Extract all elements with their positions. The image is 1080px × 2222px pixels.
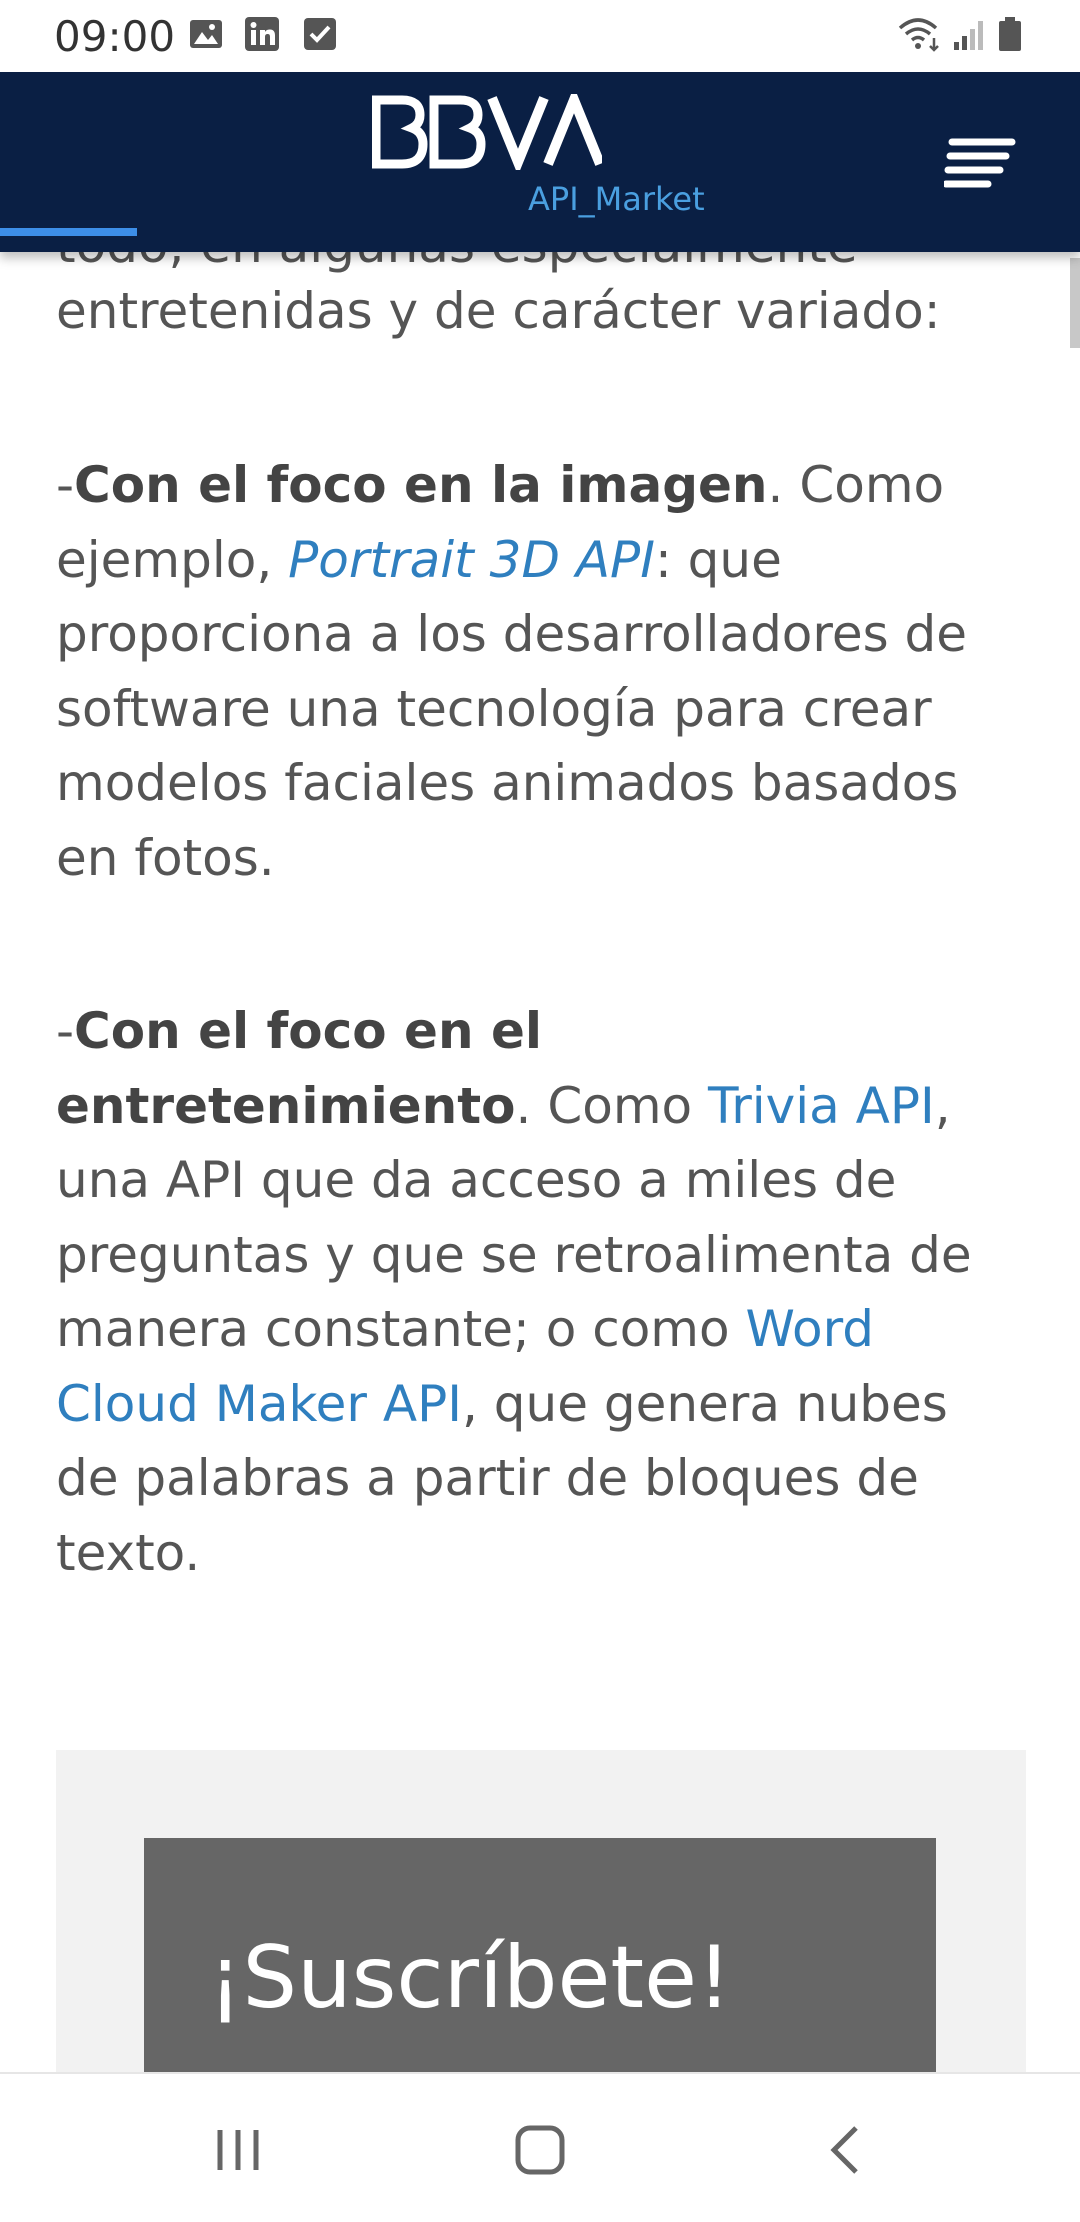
logo-subtitle: API_Market [528,180,705,218]
paragraph-entertainment-focus: -Con el foco en el entretenimiento. Como… [56,994,1026,1590]
recent-apps-icon[interactable] [210,2124,270,2176]
subscribe-card[interactable]: ¡Suscríbete! [144,1838,936,2072]
linkedin-icon [245,17,279,51]
article-body: todo, en algunas especialmente entreteni… [0,252,1080,2072]
signal-icon [954,21,983,50]
dash: - [56,456,75,514]
menu-icon[interactable] [944,134,1016,190]
paragraph-heading: Con el foco en la imagen [74,456,768,514]
paragraph-heading: Con el foco en el entretenimiento [56,1002,543,1135]
dash: - [56,1002,75,1060]
battery-icon [999,17,1021,51]
wifi-icon [898,18,939,52]
status-bar: 09:00 [0,0,1080,72]
trivia-api-link[interactable]: Trivia API [708,1077,935,1135]
checkbox-icon [304,18,336,50]
back-icon[interactable] [816,2124,876,2176]
site-header: API_Market [0,72,1080,252]
bbva-logo[interactable] [372,94,602,170]
status-time: 09:00 [54,12,176,61]
paragraph-image-focus: -Con el foco en la imagen. Como ejemplo,… [56,448,1026,895]
home-icon[interactable] [510,2124,570,2176]
portrait-3d-api-link[interactable]: Portrait 3D API [288,531,655,589]
reading-progress-bar [0,228,138,236]
system-nav-bar [0,2072,1080,2222]
intro-text: entretenidas y de carácter variado: [56,282,941,340]
subscribe-section: ¡Suscríbete! [56,1750,1026,2072]
paragraph-text: . Como [515,1076,709,1135]
scrollbar[interactable] [1070,258,1080,348]
subscribe-title: ¡Suscríbete! [208,1928,732,2028]
image-icon [190,20,222,48]
